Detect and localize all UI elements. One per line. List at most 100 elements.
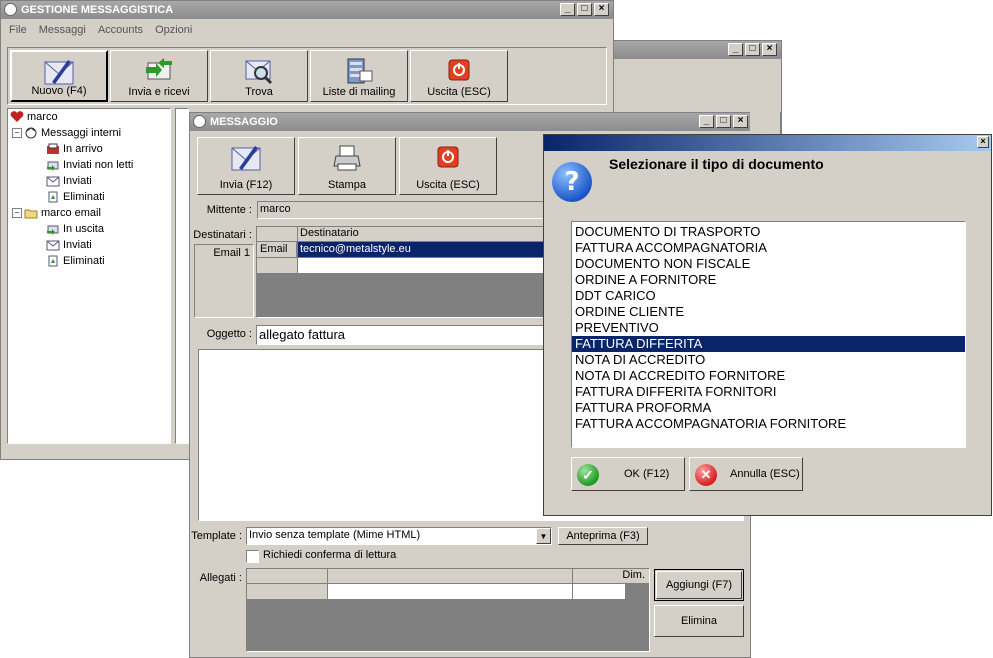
maximize-button[interactable]: □ (716, 115, 731, 128)
add-attachment-label: Aggiungi (F7) (665, 579, 733, 591)
delete-attachment-button[interactable]: Elimina (654, 605, 744, 637)
list-item-selected[interactable]: FATTURA DIFFERITA (572, 336, 965, 352)
maximize-button[interactable]: □ (577, 3, 592, 16)
close-button[interactable]: × (762, 43, 777, 56)
question-icon: ? (552, 162, 592, 202)
exit-button-label: Uscita (ESC) (427, 86, 491, 98)
collapse-icon[interactable]: − (12, 208, 22, 219)
print-button[interactable]: Stampa (298, 137, 396, 195)
list-item[interactable]: DDT CARICO (572, 288, 965, 304)
list-item[interactable]: ORDINE A FORNITORE (572, 272, 965, 288)
list-item[interactable]: PREVENTIVO (572, 320, 965, 336)
right-panel (175, 108, 189, 444)
sender-label: Mittente : (206, 204, 252, 216)
menu-file[interactable]: File (9, 21, 27, 39)
main-window-title: GESTIONE MESSAGGISTICA (21, 4, 174, 16)
check-icon: ✓ (577, 464, 599, 486)
tree-node-deleted[interactable]: Eliminati (46, 190, 105, 204)
template-label: Template : (191, 530, 242, 542)
close-button[interactable]: × (594, 3, 609, 16)
menu-messaggi[interactable]: Messaggi (39, 21, 86, 39)
tree-label-deleted: Eliminati (63, 191, 105, 203)
tree-node-inbox[interactable]: In arrivo (46, 142, 103, 156)
maximize-button[interactable]: □ (745, 43, 760, 56)
list-item[interactable]: ORDINE CLIENTE (572, 304, 965, 320)
table-row[interactable] (257, 258, 555, 273)
sender-field[interactable]: marco (257, 201, 557, 219)
message-window-title: MESSAGGIO (210, 116, 278, 128)
list-item[interactable]: NOTA DI ACCREDITO (572, 352, 965, 368)
list-item[interactable]: FATTURA ACCOMPAGNATORIA (572, 240, 965, 256)
read-receipt-checkbox[interactable] (246, 550, 259, 563)
send-receive-button[interactable]: Invia e ricevi (110, 50, 208, 102)
heart-icon (10, 111, 24, 123)
minimize-button[interactable]: _ (560, 3, 575, 16)
tree-label-root: marco (27, 111, 58, 123)
tree-label-outbox: In uscita (63, 223, 104, 235)
attach-cell-2[interactable] (328, 584, 573, 599)
recipients-label: Destinatari : (193, 229, 252, 241)
collapse-icon[interactable]: − (12, 128, 22, 139)
send-button[interactable]: Invia (F12) (197, 137, 295, 195)
close-button[interactable]: × (733, 115, 748, 128)
mailing-lists-button[interactable]: Liste di mailing (310, 50, 408, 102)
attach-header-dim: Dim. (622, 569, 645, 581)
list-item[interactable]: FATTURA ACCOMPAGNATORIA FORNITORE (572, 416, 965, 432)
template-select[interactable]: Invio senza template (Mime HTML) ▼ (246, 527, 552, 545)
tree-node-marco[interactable]: marco (10, 110, 58, 124)
recipients-grid[interactable]: Destinatario Email tecnico@metalstyle.eu (256, 226, 556, 318)
new-button[interactable]: Nuovo (F4) (10, 50, 108, 102)
minimize-button[interactable]: _ (728, 43, 743, 56)
table-row[interactable] (247, 584, 625, 599)
tree-node-email-sent[interactable]: Inviati (46, 238, 92, 252)
message-exit-button[interactable]: Uscita (ESC) (399, 137, 497, 195)
tree-node-sent-unread[interactable]: Inviati non letti (46, 158, 133, 172)
grid-cell-recipient[interactable]: tecnico@metalstyle.eu (298, 242, 555, 257)
attach-cell-3[interactable] (573, 584, 625, 599)
sender-value: marco (260, 203, 291, 215)
chevron-down-icon[interactable]: ▼ (536, 528, 551, 544)
recycle-icon (48, 255, 58, 267)
preview-button[interactable]: Anteprima (F3) (558, 527, 648, 545)
send-receive-label: Invia e ricevi (128, 86, 190, 98)
document-type-dialog: × ? Selezionare il tipo di documento DOC… (543, 134, 992, 516)
message-exit-label: Uscita (ESC) (416, 179, 480, 191)
tree-label-sent: Inviati (63, 175, 92, 187)
tree-node-email-account[interactable]: − marco email (12, 206, 101, 220)
subject-value: allegato fattura (259, 327, 346, 342)
pen-envelope-icon (44, 60, 74, 85)
cancel-button[interactable]: ✕ Annulla (ESC) (689, 457, 803, 491)
list-item[interactable]: FATTURA DIFFERITA FORNITORI (572, 384, 965, 400)
list-item[interactable]: DOCUMENTO DI TRASPORTO (572, 224, 965, 240)
menu-opzioni[interactable]: Opzioni (155, 21, 192, 39)
main-window-titlebar: GESTIONE MESSAGGISTICA _ □ × (1, 1, 613, 19)
attachments-grid[interactable]: Dim. (246, 568, 650, 652)
tree-node-email-deleted[interactable]: Eliminati (46, 254, 105, 268)
find-button[interactable]: Trova (210, 50, 308, 102)
power-icon (448, 59, 470, 81)
minimize-button[interactable]: _ (699, 115, 714, 128)
ok-button[interactable]: ✓ OK (F12) (571, 457, 685, 491)
exit-button[interactable]: Uscita (ESC) (410, 50, 508, 102)
tree-node-outbox[interactable]: In uscita (46, 222, 104, 236)
grid-header: Destinatario (257, 227, 555, 242)
document-type-list[interactable]: DOCUMENTO DI TRASPORTO FATTURA ACCOMPAGN… (571, 221, 966, 448)
menu-accounts[interactable]: Accounts (98, 21, 143, 39)
dialog-heading: Selezionare il tipo di documento (609, 156, 824, 172)
tree-node-internal[interactable]: − Messaggi interni (12, 126, 121, 140)
envelope-icon (46, 240, 60, 251)
list-item[interactable]: NOTA DI ACCREDITO FORNITORE (572, 368, 965, 384)
grid-cell-recipient-empty[interactable] (298, 258, 555, 273)
close-button[interactable]: × (977, 136, 989, 148)
list-item[interactable]: DOCUMENTO NON FISCALE (572, 256, 965, 272)
add-attachment-button[interactable]: Aggiungi (F7) (654, 569, 744, 601)
sent-icon (47, 161, 59, 172)
table-row[interactable]: Email tecnico@metalstyle.eu (257, 242, 555, 257)
template-value: Invio senza template (Mime HTML) (249, 529, 421, 541)
magnifier-envelope-icon (245, 60, 273, 85)
tree-node-sent[interactable]: Inviati (46, 174, 92, 188)
list-item[interactable]: FATTURA PROFORMA (572, 400, 965, 416)
dialog-titlebar: × (544, 135, 991, 151)
cancel-button-label: Annulla (ESC) (730, 468, 800, 480)
subject-field[interactable]: allegato fattura (256, 325, 556, 345)
